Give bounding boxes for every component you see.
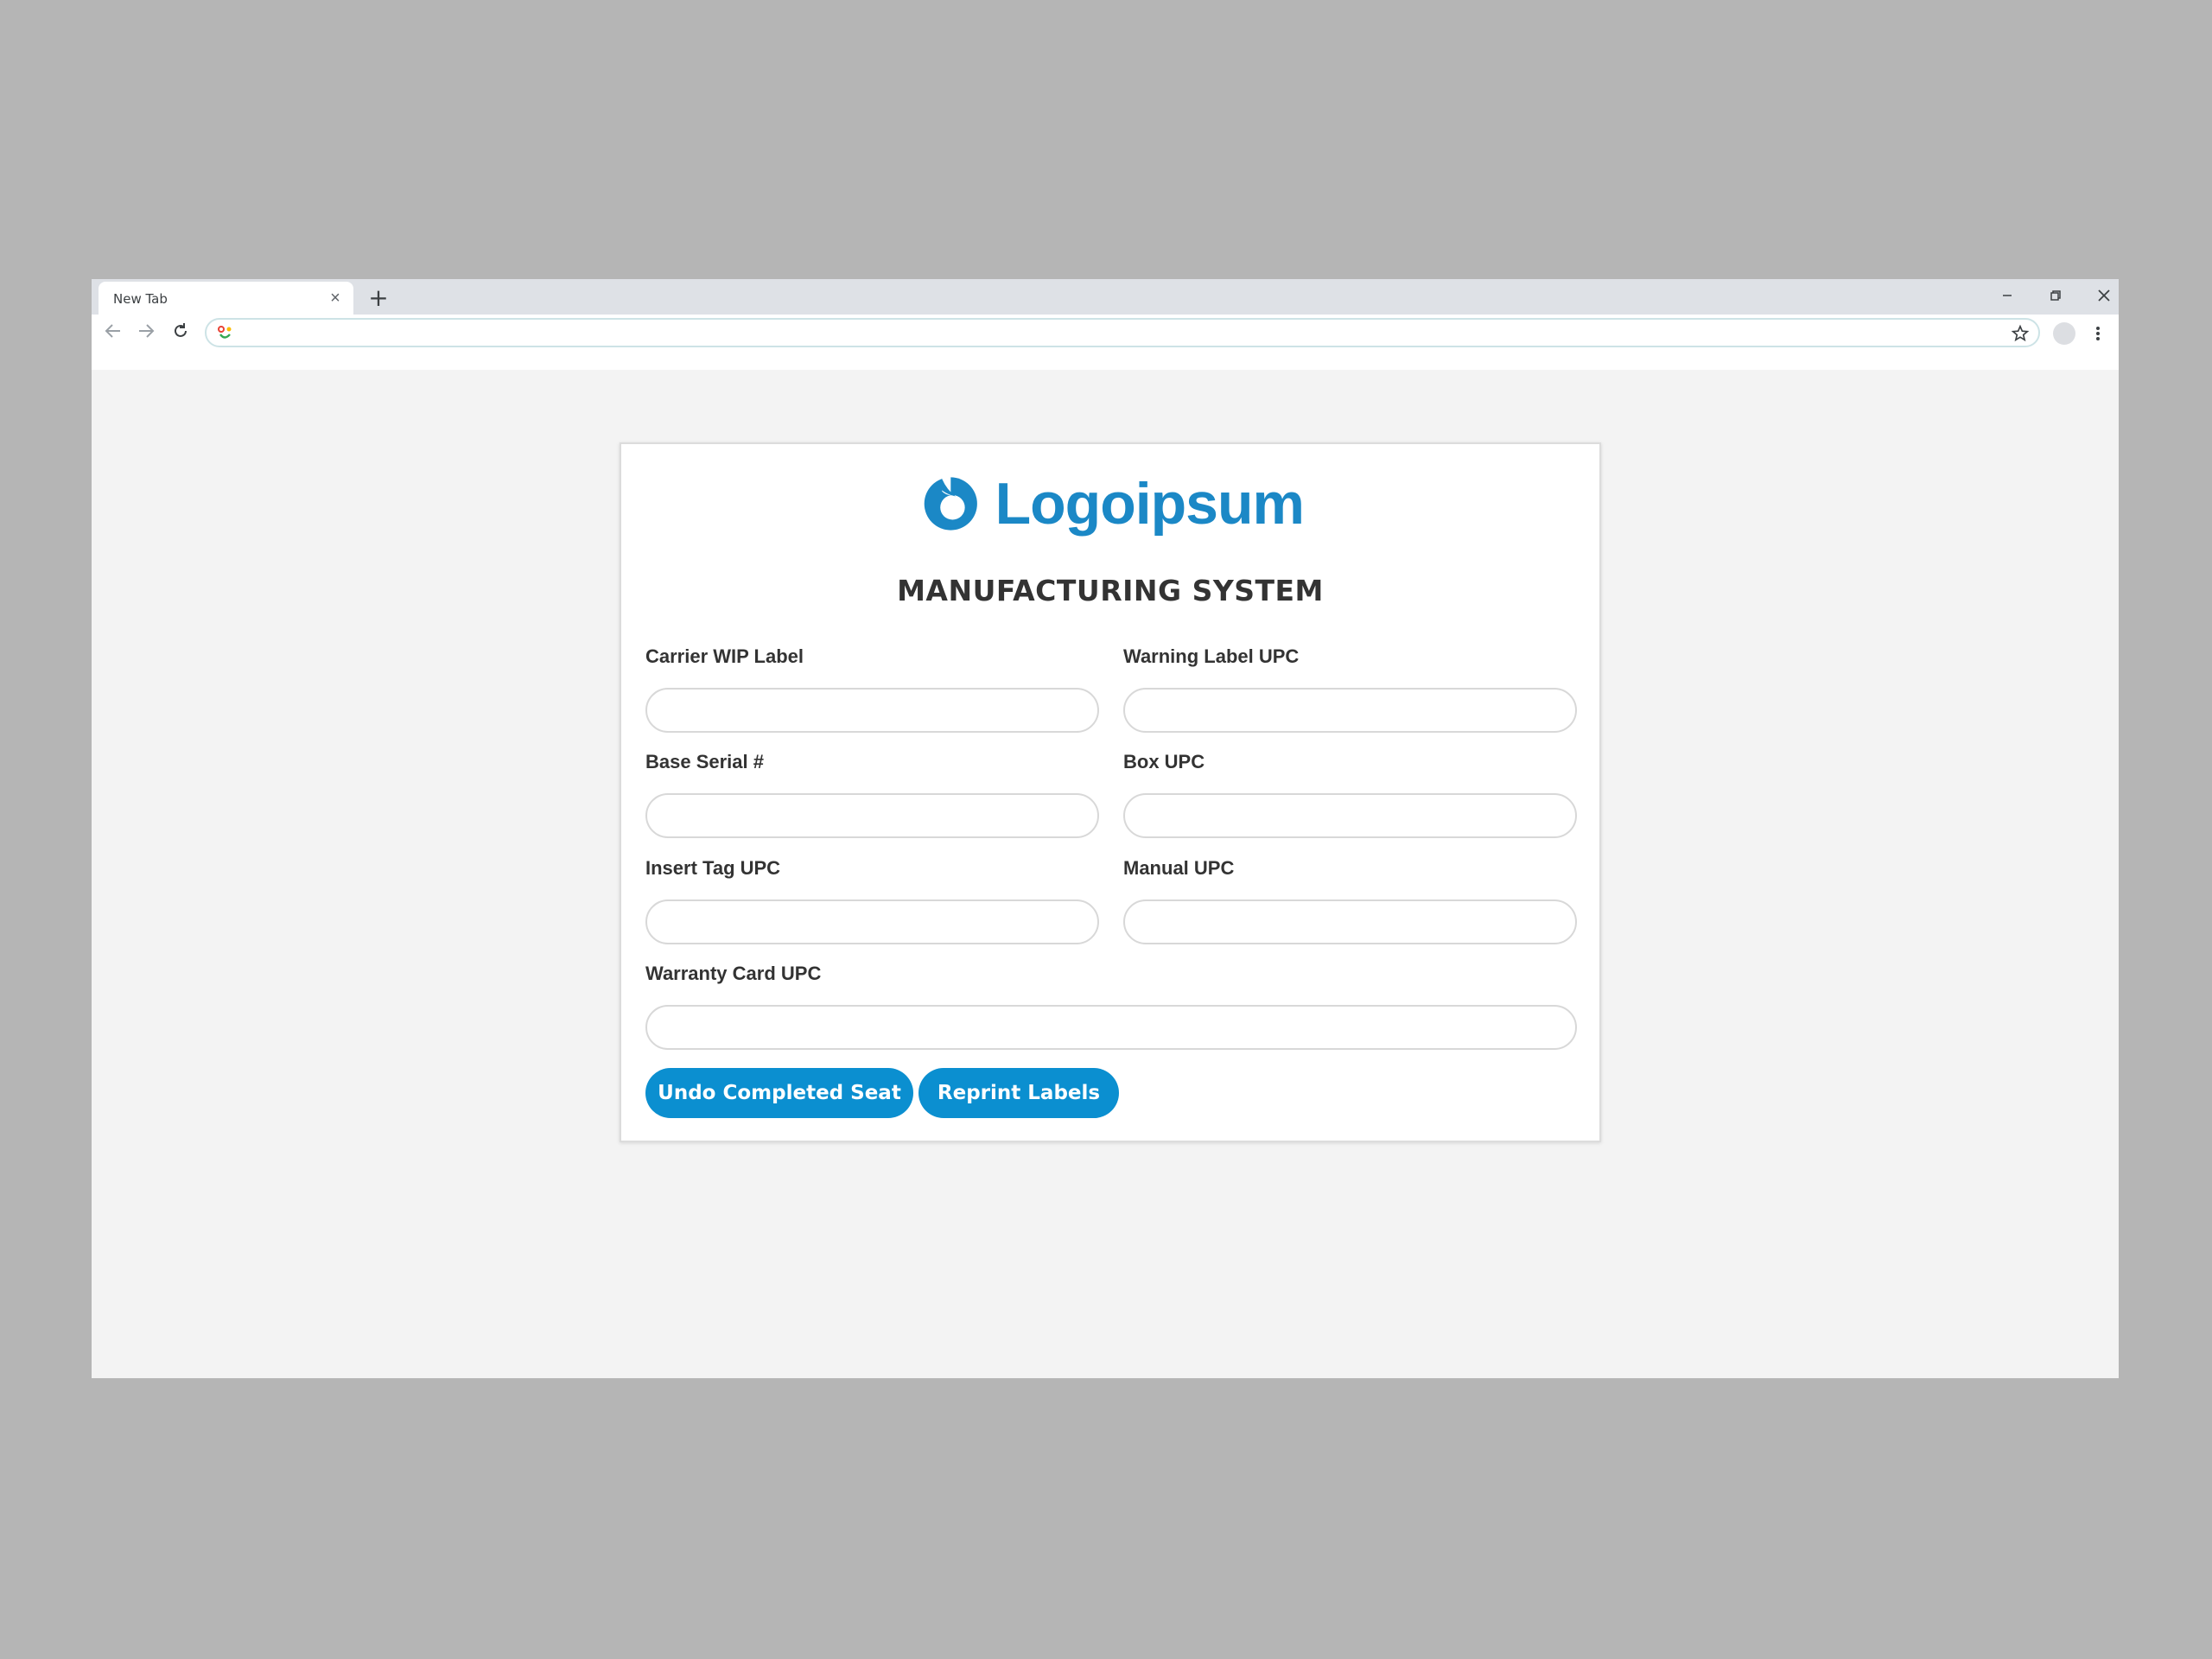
manual-upc-field[interactable]: [1123, 899, 1577, 944]
site-info-icon: [218, 326, 232, 339]
warranty-card-upc-label: Warranty Card UPC: [645, 963, 822, 984]
warranty-card-upc-group: Warranty Card UPC: [645, 963, 1577, 1050]
insert-tag-upc-field[interactable]: [645, 899, 1099, 944]
warning-label-upc-group: Warning Label UPC: [1123, 645, 1577, 733]
reprint-labels-button[interactable]: Reprint Labels: [918, 1068, 1119, 1118]
logo-mark-icon: [924, 476, 977, 531]
more-vert-icon[interactable]: [2088, 322, 2108, 345]
address-input[interactable]: [245, 322, 1976, 345]
manufacturing-form-card: Logoipsum MANUFACTURING SYSTEM Carrier W…: [620, 442, 1601, 1142]
base-serial-label: Base Serial #: [645, 751, 764, 772]
browser-tab[interactable]: New Tab ×: [99, 282, 353, 315]
close-icon[interactable]: [2088, 283, 2119, 308]
profile-avatar[interactable]: [2053, 322, 2075, 345]
browser-toolbar: [92, 315, 2119, 370]
warranty-card-upc-field[interactable]: [645, 1005, 1577, 1050]
minimize-icon[interactable]: [1992, 283, 2023, 308]
page-title: MANUFACTURING SYSTEM: [897, 574, 1324, 607]
undo-completed-seat-button[interactable]: Undo Completed Seat: [645, 1068, 913, 1118]
back-arrow-icon[interactable]: [100, 318, 126, 344]
browser-window: New Tab × + Logoipsum MANUFACTURING SYST…: [92, 279, 2119, 1378]
insert-tag-upc-group: Insert Tag UPC: [645, 857, 1099, 944]
tab-strip: New Tab × +: [92, 279, 2119, 315]
box-upc-field[interactable]: [1123, 793, 1577, 838]
base-serial-group: Base Serial #: [645, 751, 1099, 838]
manual-upc-group: Manual UPC: [1123, 857, 1577, 944]
box-upc-group: Box UPC: [1123, 751, 1577, 838]
forward-arrow-icon[interactable]: [133, 318, 159, 344]
tab-close-icon[interactable]: ×: [326, 289, 345, 308]
restore-icon[interactable]: [2040, 283, 2071, 308]
insert-tag-upc-label: Insert Tag UPC: [645, 857, 781, 879]
manual-upc-label: Manual UPC: [1123, 857, 1235, 879]
tab-title: New Tab: [113, 291, 168, 307]
logo-text: Logoipsum: [995, 471, 1305, 537]
base-serial-field[interactable]: [645, 793, 1099, 838]
warning-label-upc-field[interactable]: [1123, 688, 1577, 733]
new-tab-button[interactable]: +: [366, 283, 391, 312]
address-bar[interactable]: [205, 318, 2040, 347]
box-upc-label: Box UPC: [1123, 751, 1205, 772]
warning-label-upc-label: Warning Label UPC: [1123, 645, 1300, 667]
carrier-wip-label-label: Carrier WIP Label: [645, 645, 804, 667]
logo: Logoipsum: [924, 465, 1305, 543]
carrier-wip-label-field[interactable]: [645, 688, 1099, 733]
reload-icon[interactable]: [168, 318, 194, 344]
carrier-wip-label-group: Carrier WIP Label: [645, 645, 1099, 733]
bookmark-star-icon[interactable]: [2011, 324, 2030, 343]
